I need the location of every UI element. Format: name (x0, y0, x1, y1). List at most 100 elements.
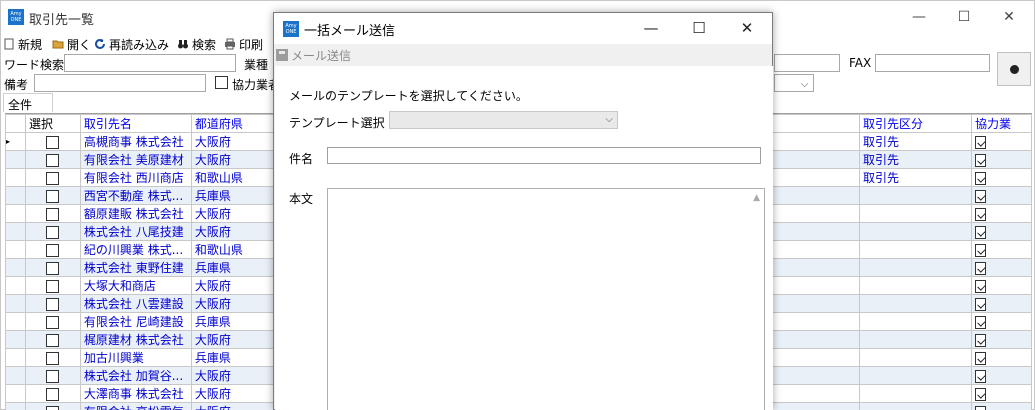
partner-checkbox-cell[interactable] (974, 387, 986, 401)
print-button-label: 印刷 (239, 37, 264, 52)
pref-cell: 和歌山県 (190, 168, 275, 187)
notes-input[interactable] (34, 74, 206, 92)
maximize-button[interactable]: ☐ (941, 1, 987, 33)
partner-cell (970, 330, 1032, 349)
new-button[interactable]: 新規 (3, 35, 42, 53)
row-select-checkbox[interactable] (46, 171, 60, 185)
dialog-maximize-button[interactable]: ☐ (676, 13, 722, 44)
tel-filter-input[interactable] (774, 54, 840, 72)
partner-checkbox-cell[interactable] (974, 369, 986, 383)
row-select-checkbox[interactable] (46, 369, 60, 383)
partner-checkbox-cell[interactable] (974, 279, 986, 293)
partner-cell (970, 348, 1032, 367)
col-name[interactable]: 取引先名 (79, 114, 192, 133)
name-cell: 株式会社 東野住建 (79, 258, 192, 277)
search-button[interactable]: 検索 (177, 35, 216, 53)
name-cell: 有限会社 美原建材 (79, 150, 192, 169)
col-pref[interactable]: 都道府県 (190, 114, 275, 133)
row-select-checkbox[interactable] (46, 207, 60, 221)
col-category[interactable]: 取引先区分 (859, 114, 972, 133)
partner-cell (970, 186, 1032, 205)
partner-cell (970, 294, 1032, 313)
dialog-close-button[interactable]: ✕ (724, 13, 770, 44)
row-header (5, 258, 26, 277)
partner-checkbox-cell[interactable] (974, 207, 986, 221)
row-select-checkbox[interactable] (46, 279, 60, 293)
partner-checkbox-cell[interactable] (974, 315, 986, 329)
select-cell (24, 294, 81, 313)
pref-cell: 大阪府 (190, 150, 275, 169)
row-select-checkbox[interactable] (46, 351, 60, 365)
partner-checkbox-cell[interactable] (974, 153, 986, 167)
reload-button[interactable]: 再読み込み (94, 35, 169, 53)
row-select-checkbox[interactable] (46, 405, 60, 410)
chevron-down-icon: ⌵ (605, 114, 613, 125)
partner-checkbox-cell[interactable] (974, 405, 986, 410)
row-select-checkbox[interactable] (46, 243, 60, 257)
select-cell (24, 168, 81, 187)
bulk-mail-dialog: Amy ONE 一括メール送信 — ☐ ✕ メール送信 メールのテンプレートを選… (273, 12, 773, 410)
partner-label: 協力業者 (232, 78, 274, 92)
pref-cell: 大阪府 (190, 294, 275, 313)
category-cell (859, 294, 972, 313)
count-tab[interactable]: 全件 (3, 93, 53, 112)
action-button[interactable] (997, 52, 1031, 86)
partner-checkbox-cell[interactable] (974, 351, 986, 365)
pref-cell: 大阪府 (190, 402, 275, 410)
partner-checkbox-cell[interactable] (974, 171, 986, 185)
partner-checkbox[interactable] (215, 76, 228, 89)
body-label: 本文 (289, 192, 314, 206)
category-cell (859, 330, 972, 349)
chevron-down-icon: ⌵ (800, 79, 809, 90)
partner-checkbox-cell[interactable] (974, 225, 986, 239)
row-select-checkbox[interactable] (46, 315, 60, 329)
row-select-checkbox[interactable] (46, 387, 60, 401)
template-label: テンプレート選択 (289, 116, 385, 130)
name-cell: 有限会社 尼崎建設 (79, 312, 192, 331)
partner-cell (970, 402, 1032, 410)
fax-input[interactable] (875, 54, 990, 72)
row-header-corner (5, 114, 26, 133)
partner-checkbox-cell[interactable] (974, 261, 986, 275)
row-select-checkbox[interactable] (46, 189, 60, 203)
col-select[interactable]: 選択 (24, 114, 81, 133)
binoculars-icon (178, 40, 188, 49)
subject-input[interactable] (327, 147, 761, 164)
close-button[interactable]: ✕ (986, 1, 1032, 33)
category-cell (859, 312, 972, 331)
row-select-checkbox[interactable] (46, 261, 60, 275)
row-header (5, 312, 26, 331)
template-select[interactable]: ⌵ (389, 111, 618, 129)
partner-checkbox-cell[interactable] (974, 189, 986, 203)
name-cell: 株式会社 加賀谷... (79, 366, 192, 385)
body-textarea[interactable]: ▲ (327, 188, 765, 410)
row-select-checkbox[interactable] (46, 333, 60, 347)
category-cell (859, 276, 972, 295)
print-button[interactable]: 印刷 (224, 35, 263, 53)
partner-checkbox-cell[interactable] (974, 333, 986, 347)
new-document-icon (4, 38, 14, 50)
row-select-checkbox[interactable] (46, 135, 60, 149)
col-partner[interactable]: 協力業 (970, 114, 1032, 133)
scroll-up-icon[interactable]: ▲ (753, 193, 760, 203)
row-select-checkbox[interactable] (46, 225, 60, 239)
select-cell (24, 132, 81, 151)
select-cell (24, 312, 81, 331)
partner-checkbox-cell[interactable] (974, 243, 986, 257)
minimize-button[interactable]: — (896, 1, 942, 33)
pref-cell: 大阪府 (190, 222, 275, 241)
partner-checkbox-cell[interactable] (974, 297, 986, 311)
row-header (5, 168, 26, 187)
send-mail-tab[interactable]: メール送信 (276, 45, 351, 65)
select-cell (24, 240, 81, 259)
send-mail-tab-label: メール送信 (291, 48, 352, 63)
partner-checkbox-cell[interactable] (974, 135, 986, 149)
row-select-checkbox[interactable] (46, 153, 60, 167)
dialog-titlebar: Amy ONE 一括メール送信 — ☐ ✕ (274, 13, 772, 44)
industry-label: 業種 (244, 58, 269, 72)
row-select-checkbox[interactable] (46, 297, 60, 311)
dialog-minimize-button[interactable]: — (628, 13, 674, 44)
word-search-input[interactable] (64, 54, 236, 72)
open-button[interactable]: 開く (52, 35, 91, 53)
pref-cell: 大阪府 (190, 204, 275, 223)
